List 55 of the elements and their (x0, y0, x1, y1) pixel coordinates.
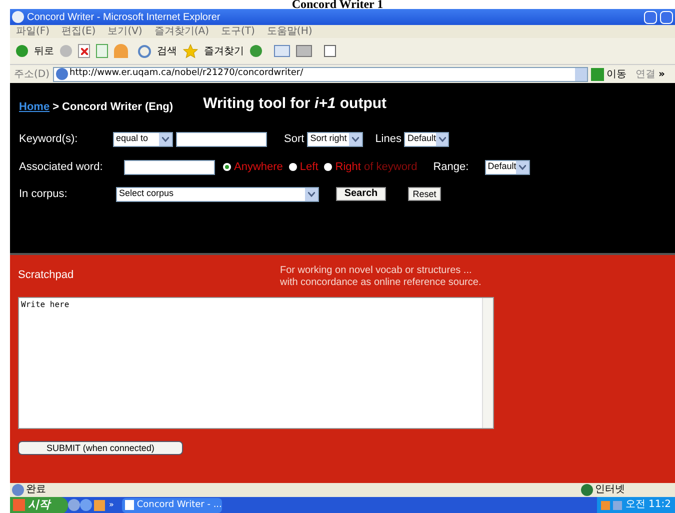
radio-button[interactable] (324, 163, 332, 171)
go-button[interactable]: 이동 (606, 66, 627, 82)
minimize-button[interactable] (644, 10, 657, 24)
menu-item[interactable]: 도움말(H) (266, 26, 312, 36)
dropdown[interactable]: Default (484, 160, 530, 174)
menu-item[interactable]: 편집(E) (62, 26, 96, 36)
radio-button[interactable] (223, 163, 231, 171)
restore-button[interactable] (660, 10, 673, 24)
dropdown[interactable]: Select corpus (116, 186, 319, 202)
range-label: Range: (433, 160, 469, 175)
scratchpad-textarea[interactable]: Write here (18, 297, 494, 429)
zone-text: 인터넷 (595, 485, 626, 495)
menu-item[interactable]: 도구(T) (221, 26, 255, 36)
dropdown[interactable]: Default (404, 132, 450, 146)
star-icon[interactable] (183, 44, 198, 58)
stop-icon[interactable] (78, 44, 90, 58)
address-field[interactable]: http://www.er.uqam.ca/nobel/r21270/concordwriter/ (52, 66, 588, 82)
chevron-text[interactable]: » (658, 66, 675, 82)
menu-item[interactable]: 즐겨찾기(A) (154, 26, 209, 36)
radio-label[interactable]: Anywhere (234, 158, 283, 176)
back-button[interactable]: 뒤로 (34, 44, 54, 58)
associated-word-label: Associated word: (19, 160, 104, 175)
search-button[interactable]: Search (336, 187, 386, 201)
note-text: with concordance as online reference source. (280, 277, 482, 289)
keyword-label: Keyword(s): (19, 132, 79, 147)
submit-button[interactable]: SUBMIT (when connected) (18, 441, 183, 455)
radio-label[interactable]: Left (300, 158, 318, 176)
start-button[interactable]: 시작 (10, 497, 68, 513)
keyword-field[interactable] (176, 132, 267, 146)
associated-word-field[interactable] (124, 160, 215, 174)
address-label: 주소(D) (14, 68, 50, 82)
sort-label: Sort (284, 132, 304, 147)
menu-item[interactable]: 보기(V) (108, 26, 142, 36)
dropdown[interactable]: equal to (113, 132, 173, 146)
lines-label: Lines (375, 132, 402, 147)
home-link[interactable]: Home (19, 98, 50, 115)
reset-button[interactable]: Reset (408, 187, 441, 201)
taskbar-window-button[interactable]: Concord Writer - ... (122, 498, 222, 513)
page-heading: Writing tool for i+1 output (203, 94, 387, 114)
search-button[interactable]: 검색 (157, 44, 177, 58)
status-text: 완료 (26, 485, 47, 495)
clock-text: 오전 11:2 (625, 500, 671, 510)
chevron-text[interactable]: » (109, 499, 114, 512)
favorites-button[interactable]: 즐겨찾기 (204, 44, 244, 58)
note-text: For working on novel vocab or structures ... (280, 265, 473, 277)
window-title: Concord Writer - Microsoft Internet Explorer (27, 10, 220, 24)
scratchpad-title: Scratchpad (18, 268, 75, 283)
scrollbar[interactable] (482, 298, 493, 428)
dropdown[interactable]: Sort right (307, 132, 364, 146)
corpus-label: In corpus: (19, 186, 68, 202)
breadcrumb-text: > Concord Writer (Eng) (52, 100, 174, 114)
radio-button[interactable] (288, 163, 297, 171)
menu-item[interactable]: 파일(F) (16, 26, 50, 36)
page-caption: Concord Writer 1 (290, 0, 384, 9)
radio-label[interactable]: Right of keyword (335, 158, 418, 176)
